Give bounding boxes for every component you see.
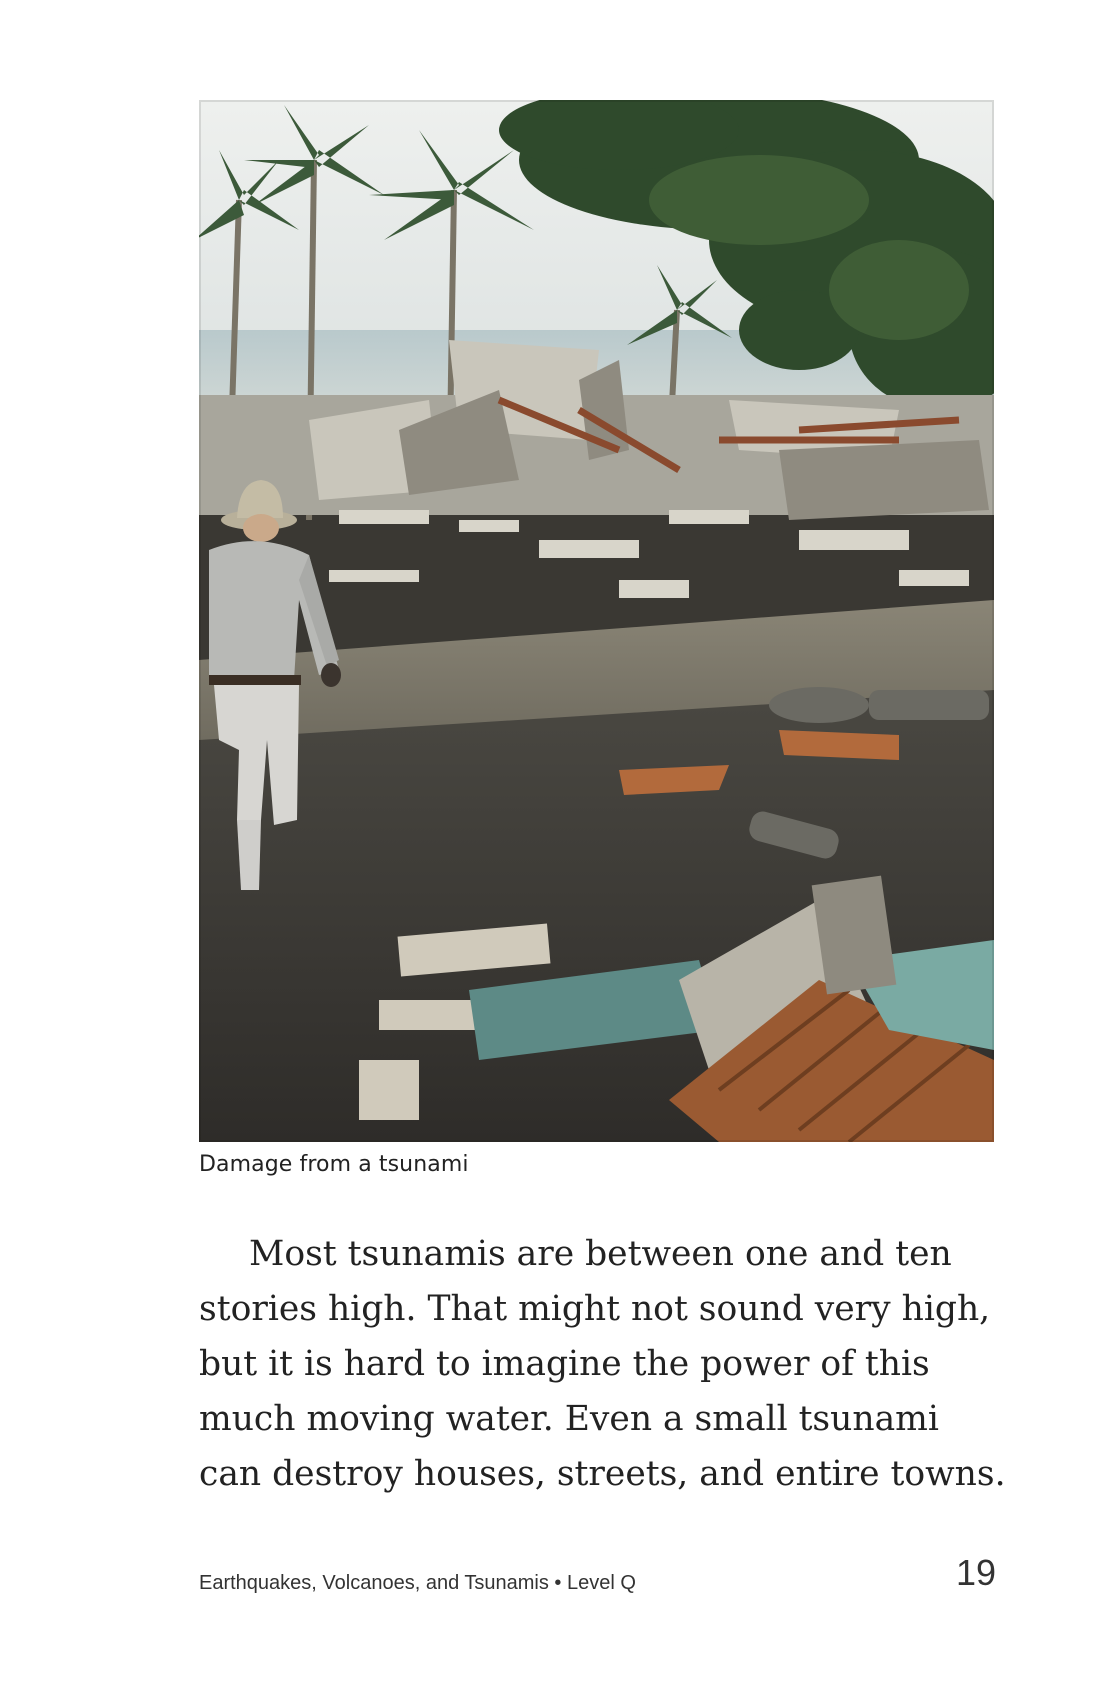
body-line: can destroy houses, streets, and entire … (199, 1454, 1006, 1494)
tsunami-damage-photo (199, 100, 994, 1142)
body-paragraph: Most tsunamis are between one and ten st… (199, 1227, 1009, 1502)
page-number: 19 (955, 1552, 996, 1593)
footer-book-title: Earthquakes, Volcanoes, and Tsunamis • L… (199, 1572, 636, 1594)
body-line: but it is hard to imagine the power of t… (199, 1344, 930, 1384)
body-line: Most tsunamis are between one and ten (249, 1234, 952, 1274)
body-line: much moving water. Even a small tsunami (199, 1399, 939, 1439)
photo-illustration (199, 100, 994, 1142)
book-page: Damage from a tsunami Most tsunamis are … (0, 0, 1100, 1700)
photo-caption: Damage from a tsunami (199, 1152, 469, 1177)
body-line: stories high. That might not sound very … (199, 1289, 991, 1329)
